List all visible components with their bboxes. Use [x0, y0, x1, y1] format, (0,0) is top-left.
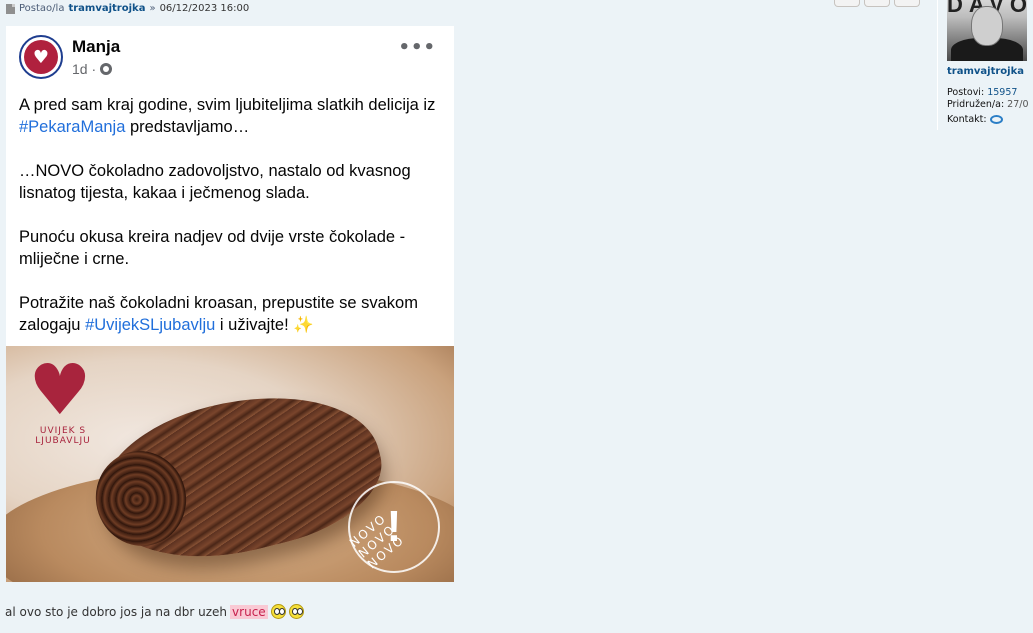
info-button[interactable] — [894, 0, 920, 7]
post-meta-separator: » — [149, 3, 156, 14]
brand-heart-icon: ♥ — [28, 349, 92, 431]
hashtag-link[interactable]: #PekaraManja — [19, 118, 125, 136]
fb-paragraph: A pred sam kraj godine, svim ljubiteljim… — [19, 96, 436, 136]
post-body: al ovo sto je dobro jos ja na dbr uzeh v… — [5, 604, 304, 619]
author-profile-panel: DAVO tramvajtrojka Postovi: 15957 Pridru… — [937, 0, 1033, 130]
more-options-icon[interactable]: ••• — [398, 37, 436, 58]
novo-badge: NOVO NOVO NOVO ! — [347, 481, 440, 573]
chat-bubble-icon[interactable] — [989, 115, 1003, 124]
post-date: 06/12/2023 16:00 — [159, 3, 250, 14]
joined-date: 27/0 — [1007, 99, 1029, 110]
fb-post-time-row: 1d · — [72, 61, 113, 77]
posts-count-link[interactable]: 15957 — [987, 87, 1017, 98]
author-username[interactable]: tramvajtrojka — [947, 66, 1024, 77]
fb-post-header: ♥ Manja 1d · ••• — [19, 35, 442, 81]
fb-page-avatar[interactable]: ♥ — [19, 35, 63, 79]
embedded-facebook-post: ♥ Manja 1d · ••• A pred sam kraj godine,… — [6, 26, 454, 582]
fb-post-time: 1d · — [72, 61, 97, 77]
post-author-link[interactable]: tramvajtrojka — [68, 3, 145, 14]
brand-logo: ♥ UVIJEK S LJUBAVLJU — [18, 349, 102, 446]
rolleyes-smiley-icon — [270, 604, 286, 619]
post-buttons — [834, 0, 920, 7]
report-button[interactable] — [864, 0, 890, 7]
joined-label: Pridružen/a: — [947, 99, 1005, 110]
brand-caption: UVIJEK S LJUBAVLJU — [35, 426, 91, 446]
fb-paragraph: …NOVO čokoladno zadovoljstvo, nastalo od… — [19, 162, 411, 202]
author-posts-row: Postovi: 15957 — [947, 87, 1017, 98]
quote-button[interactable] — [834, 0, 860, 7]
heart-logo-icon: ♥ — [24, 40, 58, 74]
fb-post-image[interactable]: ♥ UVIJEK S LJUBAVLJU NOVO NOVO NOVO ! — [6, 346, 454, 582]
contact-label: Kontakt: — [947, 114, 987, 125]
fb-paragraph: Punoću okusa kreira nadjev od dvije vrst… — [19, 228, 406, 268]
post-icon — [6, 3, 15, 14]
author-joined-row: Pridružen/a: 27/0 — [947, 99, 1029, 110]
posts-label: Postovi: — [947, 87, 985, 98]
highlighted-word: vruce — [230, 604, 268, 619]
author-contact-row: Kontakt: — [947, 114, 1003, 125]
post-meta-prefix: Postao/la — [19, 3, 65, 14]
globe-icon — [100, 63, 113, 75]
fb-post-text: A pred sam kraj godine, svim ljubiteljim… — [19, 94, 444, 358]
fb-page-name[interactable]: Manja — [72, 37, 120, 57]
fb-paragraph: Potražite naš čokoladni kroasan, prepust… — [19, 294, 418, 334]
rolleyes-smiley-icon — [288, 604, 304, 619]
hashtag-link[interactable]: #UvijekSLjubavlju — [85, 316, 215, 334]
author-avatar[interactable]: DAVO — [947, 0, 1027, 61]
sparkle-emoji: ✨ — [293, 316, 314, 334]
post-meta: Postao/la tramvajtrojka » 06/12/2023 16:… — [6, 3, 249, 14]
post-body-text: al ovo sto je dobro jos ja na dbr uzeh — [5, 604, 228, 619]
avatar-face — [971, 6, 1003, 46]
